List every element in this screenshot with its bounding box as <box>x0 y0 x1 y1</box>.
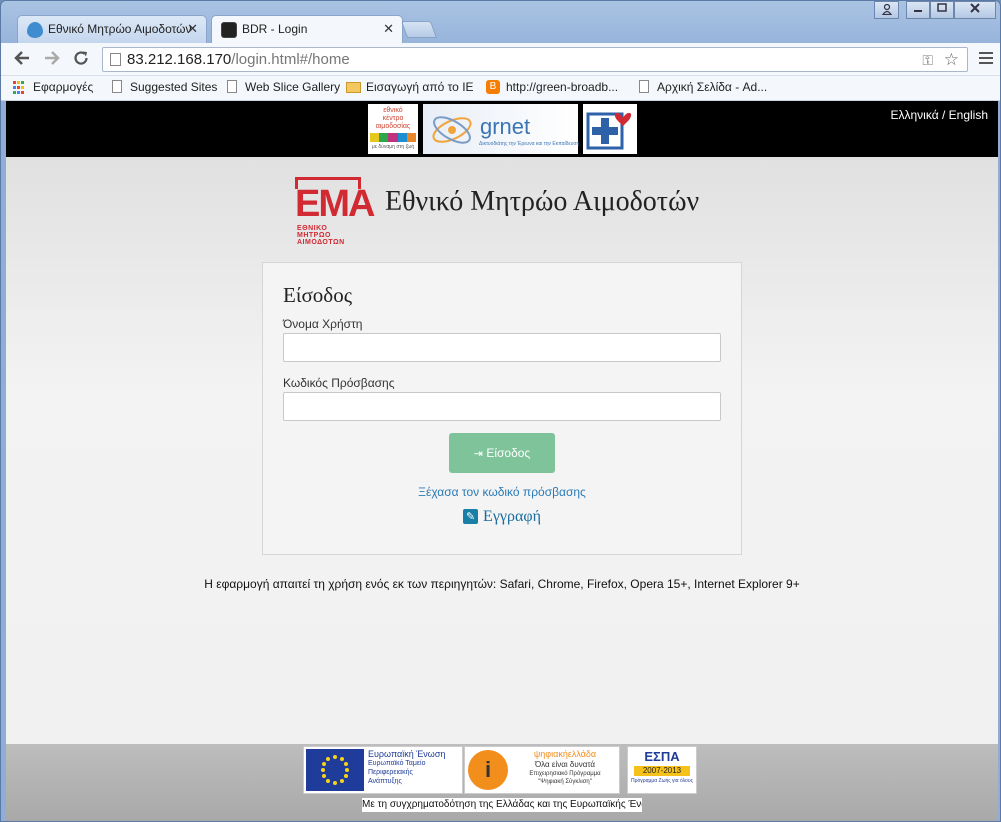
register-link[interactable]: ✎ Εγγραφή <box>263 508 741 526</box>
back-arrow-icon <box>14 51 29 65</box>
login-heading: Είσοδος <box>283 283 353 307</box>
menu-button[interactable] <box>979 52 993 66</box>
page-icon <box>227 80 237 93</box>
bookmark-label: Αρχική Σελίδα - Ad... <box>657 80 768 94</box>
close-icon[interactable]: ✕ <box>187 21 198 37</box>
ekea-color-bar <box>370 133 417 142</box>
ministry-health-logo <box>583 104 637 154</box>
close-icon[interactable]: ✕ <box>383 21 394 37</box>
address-bar[interactable]: 83.212.168.170/login.html#/home ⚿ ☆ <box>102 47 968 72</box>
ema-logo: ΕΜΑ ΕΘΝΙΚΟ ΜΗΤΡΩΟ ΑΙΜΟΔΟΤΩΝ <box>295 177 375 246</box>
maximize-icon <box>937 3 947 12</box>
tab-ema-home[interactable]: Εθνικό Μητρώο Αιμοδοτών ✕ <box>17 15 207 43</box>
sign-in-icon: ⇥ <box>473 447 483 460</box>
minimize-icon <box>914 10 922 12</box>
maximize-button[interactable] <box>930 1 954 19</box>
page-icon <box>112 80 122 93</box>
site-title: Εθνικό Μητρώο Αιμοδοτών <box>385 186 700 217</box>
tab-bdr-login[interactable]: BDR - Login ✕ <box>211 15 403 43</box>
close-icon <box>970 3 980 13</box>
folder-icon <box>346 82 361 93</box>
register-label: Εγγραφή <box>483 508 541 525</box>
password-input[interactable] <box>283 392 721 421</box>
page-content: εθνικό κέντρο αιμοδοσίας με δύναμη στη ζ… <box>6 101 998 821</box>
bookmark-import-ie[interactable]: Εισαγωγή από το IE <box>346 80 474 94</box>
forward-arrow-icon <box>45 51 60 65</box>
browser-window: Εθνικό Μητρώο Αιμοδοτών ✕ BDR - Login ✕ <box>0 0 1001 822</box>
bookmark-green-broadband[interactable]: B http://green-broadb... <box>486 80 618 94</box>
header-bar: εθνικό κέντρο αιμοδοσίας με δύναμη στη ζ… <box>6 101 998 157</box>
ekea-logo: εθνικό κέντρο αιμοδοσίας με δύναμη στη ζ… <box>368 104 418 154</box>
digital-greece-logo: i ψηφιακήελλάδα Όλα είναι δυνατά Επιχειρ… <box>464 746 620 794</box>
espa-logo: ΕΣΠΑ 2007-2013 Πρόγραμμα Ζωής για όλους <box>627 746 697 794</box>
page-icon <box>110 53 121 66</box>
ema-logo-text: ΕΜΑ <box>295 183 375 225</box>
tab-title: Εθνικό Μητρώο Αιμοδοτών <box>48 22 192 36</box>
footer: Ευρωπαϊκή Ένωση Ευρωπαϊκό Ταμείο Περιφερ… <box>6 744 998 821</box>
bookmark-label: Εισαγωγή από το IE <box>366 80 474 94</box>
bookmark-home-page[interactable]: Αρχική Σελίδα - Ad... <box>637 80 767 94</box>
eu-text: Ευρωπαϊκή Ένωση Ευρωπαϊκό Ταμείο Περιφερ… <box>368 749 446 786</box>
grnet-caption: Δικτυοδιάτης την Έρευνα και την Εκπαίδευ… <box>479 141 580 147</box>
eu-flag-icon <box>306 749 364 791</box>
bookmark-label: http://green-broadb... <box>506 80 619 94</box>
forgot-password-link[interactable]: Ξέχασα τον κωδικό πρόσβασης <box>263 485 741 499</box>
bookmark-suggested-sites[interactable]: Suggested Sites <box>110 80 217 94</box>
pencil-icon: ✎ <box>463 509 479 524</box>
blogger-icon: B <box>486 80 500 94</box>
browser-toolbar: 83.212.168.170/login.html#/home ⚿ ☆ <box>1 43 1000 76</box>
language-switch[interactable]: Ελληνικά / English <box>891 108 989 122</box>
window-close-button[interactable] <box>954 1 996 19</box>
star-icon[interactable]: ☆ <box>944 48 959 71</box>
url-host: 83.212.168.170 <box>127 51 232 68</box>
username-label: Όνομα Χρήστη <box>283 317 363 331</box>
grnet-wordmark: grnet <box>480 114 531 139</box>
ema-logo-subtitle: ΕΘΝΙΚΟ ΜΗΤΡΩΟ ΑΙΜΟΔΟΤΩΝ <box>297 225 345 246</box>
password-label: Κωδικός Πρόσβασης <box>283 376 395 390</box>
new-tab-button[interactable] <box>400 21 438 38</box>
bookmark-label: Web Slice Gallery <box>245 80 341 94</box>
key-icon[interactable]: ⚿ <box>922 49 933 72</box>
reload-icon <box>74 51 88 65</box>
bookmark-web-slice-gallery[interactable]: Web Slice Gallery <box>225 80 340 94</box>
bookmark-label: Εφαρμογές <box>33 80 94 94</box>
drupal-icon <box>27 22 43 38</box>
bookmarks-bar: Εφαρμογές Suggested Sites Web Slice Gall… <box>1 76 1000 101</box>
forward-button[interactable] <box>41 49 63 71</box>
login-form: Είσοδος Όνομα Χρήστη Κωδικός Πρόσβασης ⇥… <box>262 262 742 555</box>
browser-requirements-note: Η εφαρμογή απαιτεί τη χρήση ενός εκ των … <box>204 577 800 591</box>
user-icon <box>881 3 892 16</box>
profile-button[interactable] <box>874 1 899 19</box>
minimize-button[interactable] <box>906 1 930 19</box>
bookmark-label: Suggested Sites <box>130 80 218 94</box>
login-button[interactable]: ⇥ Είσοδος <box>449 433 555 473</box>
tab-title: BDR - Login <box>242 22 308 36</box>
menu-icon <box>979 52 993 54</box>
apps-icon <box>13 81 26 95</box>
bookmark-apps[interactable]: Εφαρμογές <box>13 80 93 94</box>
cofunding-note: Με τη συγχρηματοδότηση της Ελλάδας και τ… <box>362 798 642 812</box>
tab-strip: Εθνικό Μητρώο Αιμοδοτών ✕ BDR - Login ✕ <box>1 1 1000 43</box>
ema-icon <box>221 22 237 38</box>
medical-cross-icon <box>586 112 632 150</box>
login-button-label: Είσοδος <box>486 446 531 460</box>
digital-greece-text: ψηφιακήελλάδα Όλα είναι δυνατά Επιχειρησ… <box>529 749 601 785</box>
url-path: /login.html#/home <box>231 51 350 68</box>
username-input[interactable] <box>283 333 721 362</box>
reload-button[interactable] <box>70 49 92 71</box>
digital-greece-emblem-icon: i <box>468 750 508 790</box>
grnet-logo: grnet Δικτυοδιάτης την Έρευνα και την Εκ… <box>423 104 580 154</box>
back-button[interactable] <box>11 49 33 71</box>
page-icon <box>639 80 649 93</box>
grnet-swirl-icon <box>432 116 472 144</box>
eu-logo: Ευρωπαϊκή Ένωση Ευρωπαϊκό Ταμείο Περιφερ… <box>303 746 463 794</box>
